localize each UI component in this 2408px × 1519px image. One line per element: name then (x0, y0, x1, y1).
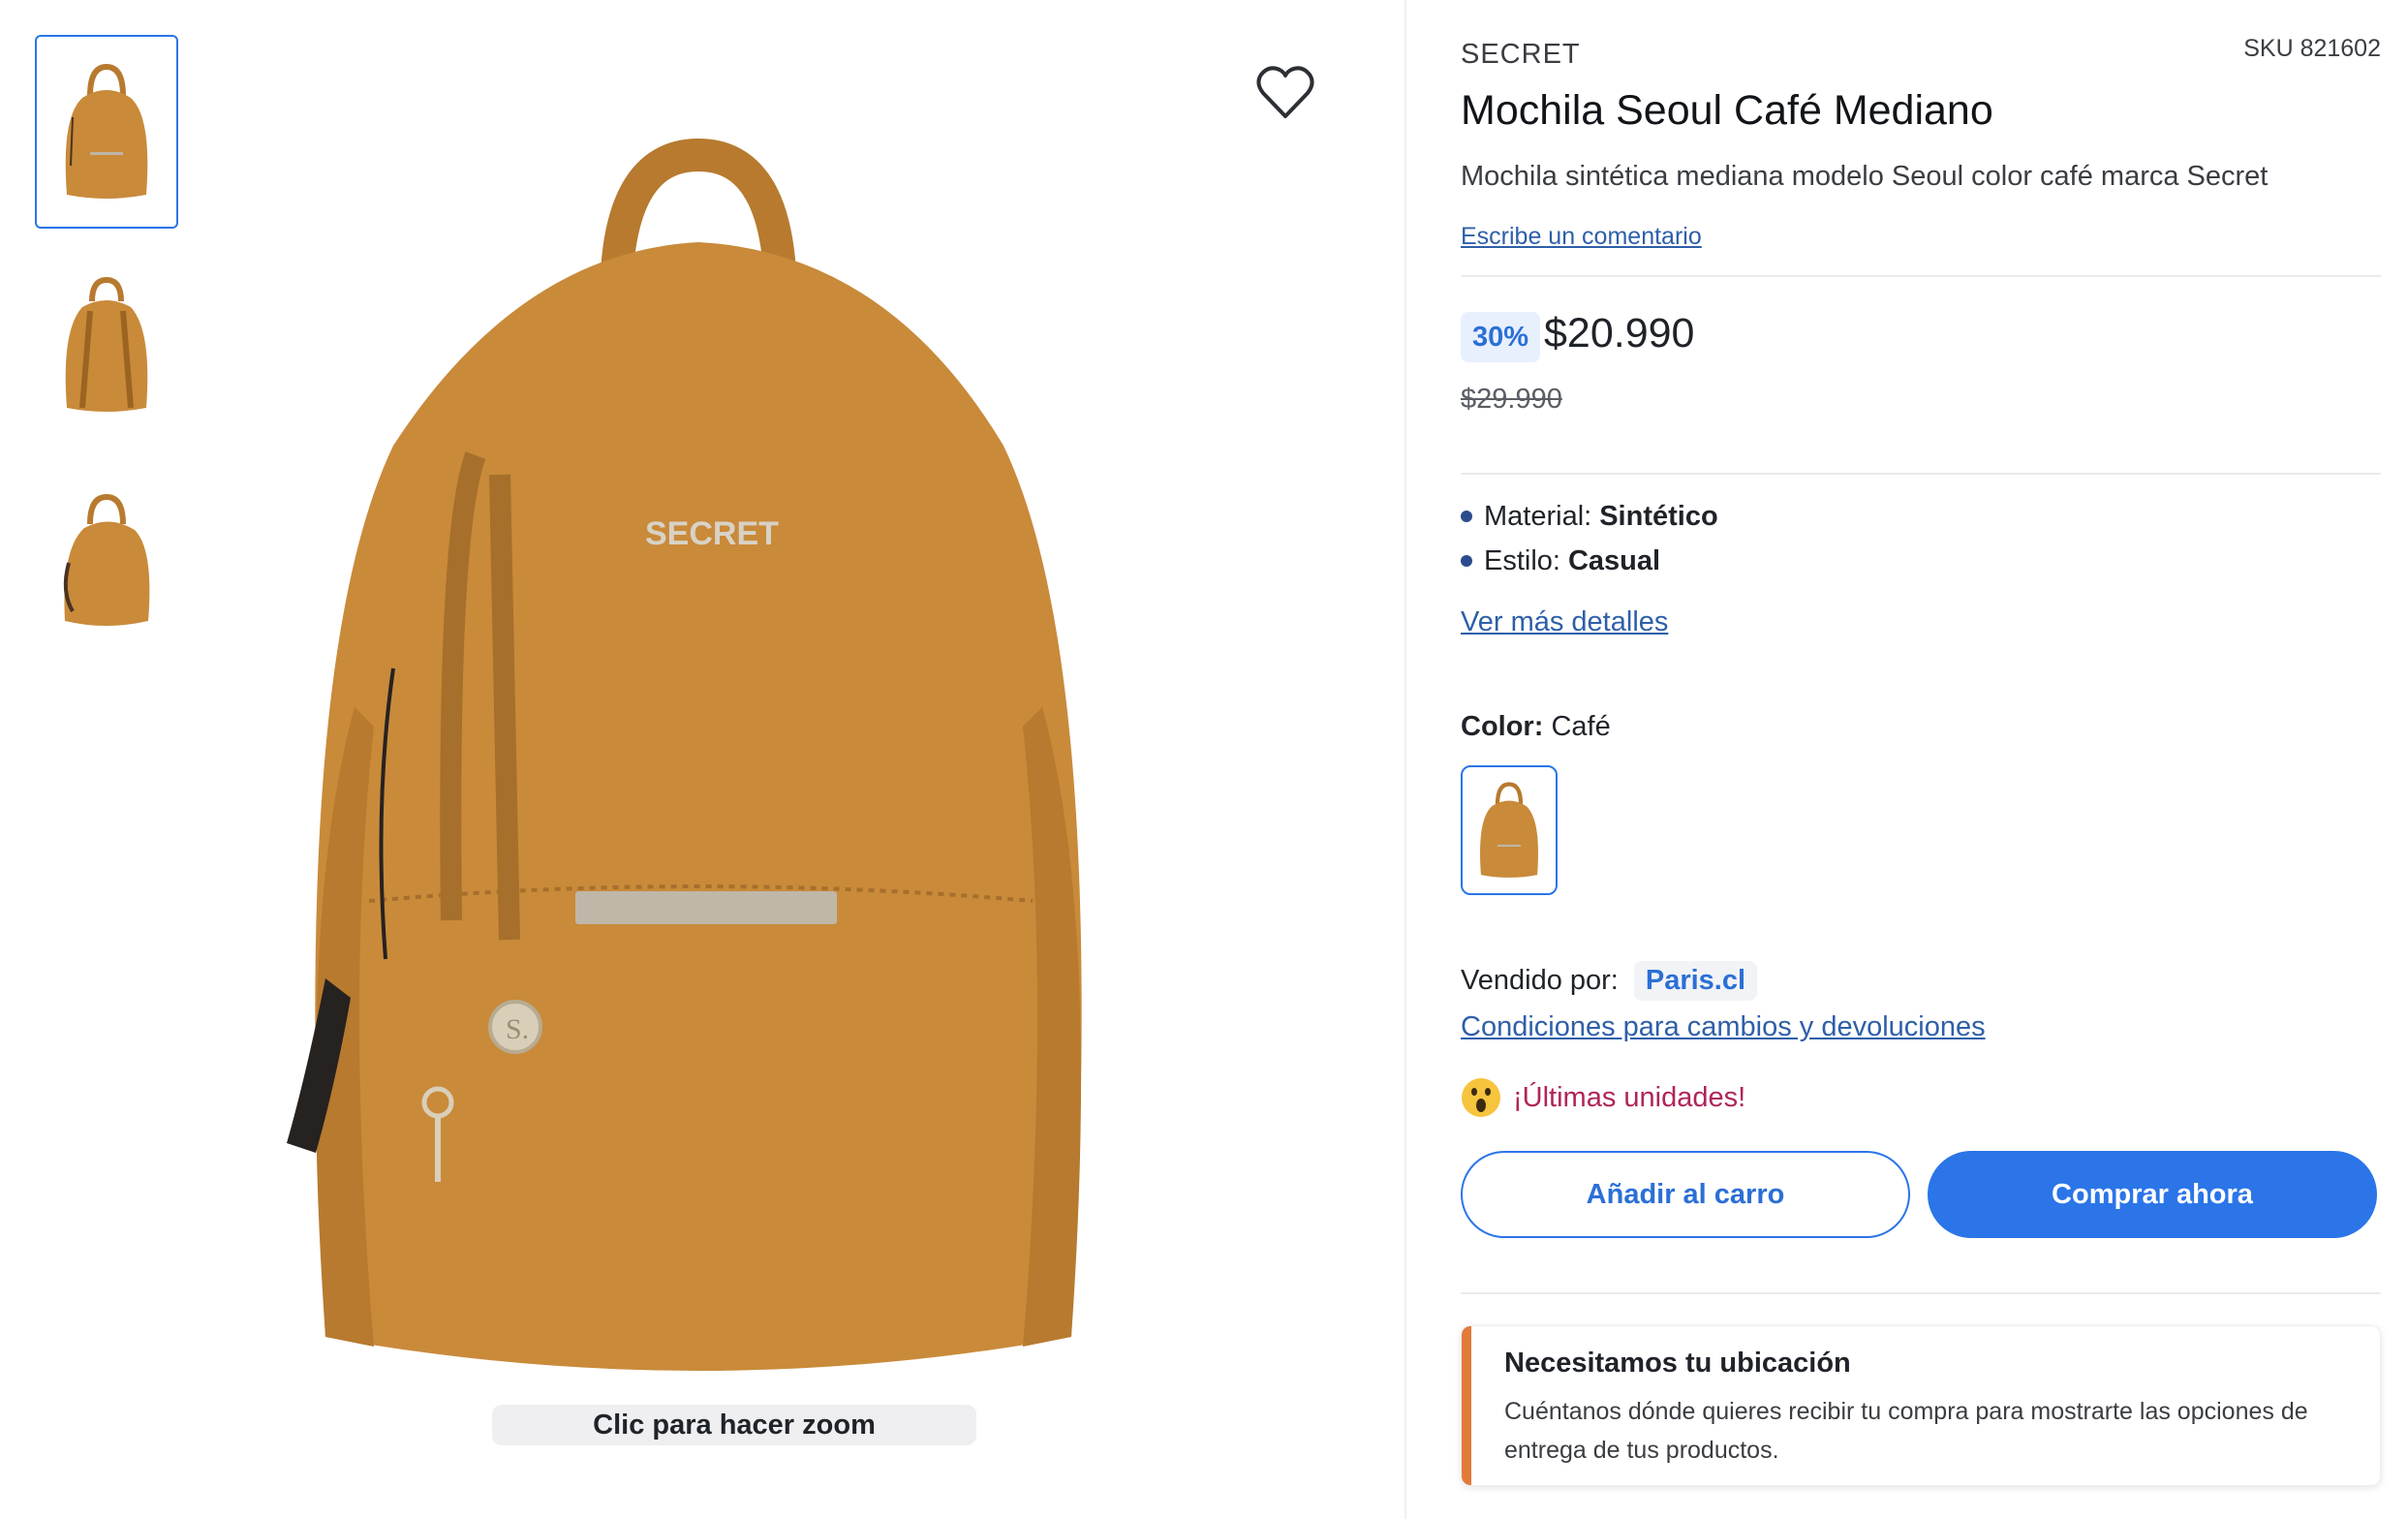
discount-badge: 30% (1461, 312, 1541, 362)
bullet-icon (1461, 511, 1472, 522)
backpack-logo: SECRET (645, 515, 779, 552)
stock-warning: ¡Últimas unidades! (1461, 1077, 1745, 1118)
product-title: Mochila Seoul Café Mediano (1461, 87, 1993, 134)
favorite-heart-icon[interactable] (1255, 64, 1315, 120)
color-selector-label: Color: Café (1461, 711, 1611, 743)
thumbnail-list (35, 35, 180, 674)
color-swatch-cafe[interactable] (1461, 765, 1558, 895)
attribute-value: Sintético (1599, 501, 1718, 532)
divider (1461, 275, 2381, 277)
divider (1461, 1292, 2381, 1294)
location-notice[interactable]: Necesitamos tu ubicación Cuéntanos dónde… (1461, 1325, 2381, 1486)
buy-now-button[interactable]: Comprar ahora (1928, 1151, 2377, 1238)
attribute-list: Material: Sintético Estilo: Casual (1461, 494, 1718, 583)
color-value: Café (1551, 711, 1611, 742)
surprised-face-icon (1462, 1078, 1500, 1117)
attribute-material: Material: Sintético (1461, 494, 1718, 539)
backpack-back-image (65, 276, 148, 412)
seller-label: Vendido por: (1461, 965, 1619, 996)
attribute-value: Casual (1567, 545, 1661, 576)
backpack-side-image (63, 493, 150, 626)
thumbnail-back[interactable] (35, 248, 178, 442)
seller-row: Vendido por: Paris.cl (1461, 961, 1758, 1001)
original-price: $29.990 (1461, 384, 1562, 415)
backpack-front-image (65, 63, 148, 199)
returns-policy-link[interactable]: Condiciones para cambios y devoluciones (1461, 1011, 1986, 1043)
backpack-main-image: SECRET S. (287, 138, 1082, 1371)
column-divider (1405, 0, 1406, 1519)
seller-name[interactable]: Paris.cl (1633, 961, 1758, 1001)
location-notice-text: Cuéntanos dónde quieres recibir tu compr… (1504, 1398, 2308, 1464)
notice-accent-bar (1462, 1326, 1471, 1485)
current-price: $20.990 (1544, 310, 1695, 356)
backpack-swatch-image (1480, 782, 1538, 878)
zoom-hint[interactable]: Clic para hacer zoom (492, 1405, 976, 1445)
main-image-viewer[interactable]: SECRET S. Clic para hacer zoom (180, 0, 1405, 1519)
attribute-style: Estilo: Casual (1461, 539, 1718, 583)
location-notice-title: Necesitamos tu ubicación (1504, 1348, 1851, 1379)
add-to-cart-button[interactable]: Añadir al carro (1461, 1151, 1910, 1238)
svg-text:S.: S. (506, 1013, 529, 1045)
product-sku: SKU 821602 (2243, 35, 2381, 62)
divider (1461, 473, 2381, 475)
product-description: Mochila sintética mediana modelo Seoul c… (1461, 161, 2269, 192)
more-details-link[interactable]: Ver más detalles (1461, 606, 1668, 638)
stock-message: ¡Últimas unidades! (1513, 1081, 1746, 1113)
thumbnail-front[interactable] (35, 35, 178, 229)
product-brand[interactable]: SECRET (1461, 39, 1581, 71)
thumbnail-side[interactable] (35, 461, 178, 655)
attribute-label: Estilo: (1484, 545, 1560, 576)
attribute-label: Material: (1484, 501, 1592, 532)
color-label: Color: (1461, 711, 1544, 742)
bullet-icon (1461, 555, 1472, 567)
write-comment-link[interactable]: Escribe un comentario (1461, 223, 1702, 251)
